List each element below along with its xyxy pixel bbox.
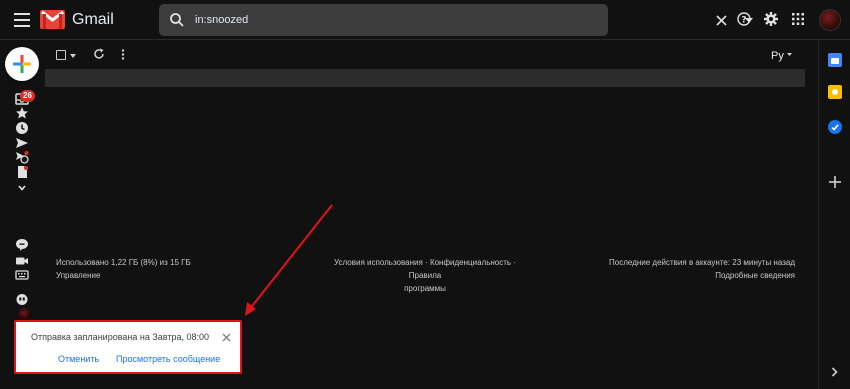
drafts-icon[interactable] <box>15 165 29 179</box>
gmail-logo[interactable] <box>40 10 65 29</box>
tasks-icon[interactable] <box>828 120 842 134</box>
terms-link[interactable]: Условия использования <box>334 258 423 267</box>
last-activity-text: Последние действия в аккаунте: 23 минуты… <box>609 258 795 267</box>
expand-panel-chevron-icon[interactable] <box>831 367 838 377</box>
close-toast-icon[interactable] <box>222 333 231 342</box>
footer-separator: · <box>425 258 428 267</box>
footer-activity: Последние действия в аккаунте: 23 минуты… <box>600 256 795 282</box>
tasks-check-icon <box>831 124 839 131</box>
toast-message: Отправка запланирована на Завтра, 08:00 <box>31 332 210 342</box>
scheduled-icon[interactable] <box>15 150 29 164</box>
program-policies-link-cont[interactable]: программы <box>404 284 446 293</box>
footer-storage: Использовано 1,22 ГБ (8%) из 15 ГБ Управ… <box>56 256 191 282</box>
svg-text:?: ? <box>741 16 746 26</box>
refresh-icon[interactable] <box>93 48 105 60</box>
calendar-icon[interactable] <box>828 53 842 67</box>
main-menu-icon[interactable] <box>14 13 30 27</box>
input-tools-language[interactable]: Ру <box>771 50 784 62</box>
view-message-button[interactable]: Просмотреть сообщение <box>116 354 220 364</box>
contact-avatar[interactable] <box>18 308 32 320</box>
starred-icon[interactable] <box>15 106 29 120</box>
add-addon-plus-icon[interactable] <box>829 176 841 188</box>
settings-icon[interactable] <box>764 12 778 26</box>
scheduled-send-toast: Отправка запланирована на Завтра, 08:00 … <box>14 320 242 374</box>
compose-plus-icon <box>13 55 31 73</box>
clear-search-icon[interactable] <box>716 15 727 26</box>
privacy-link[interactable]: Конфиденциальность <box>430 258 511 267</box>
list-header-band <box>45 69 805 87</box>
search-bar[interactable] <box>159 4 753 36</box>
keep-icon[interactable] <box>828 85 842 99</box>
activity-details-link[interactable]: Подробные сведения <box>715 271 795 280</box>
keyboard-icon[interactable] <box>15 268 29 282</box>
undo-button[interactable]: Отменить <box>58 354 99 364</box>
more-options-icon[interactable] <box>121 49 125 60</box>
help-icon[interactable]: ? <box>737 12 751 26</box>
program-policies-link[interactable]: Правила <box>409 271 441 280</box>
footer-legal: Условия использования · Конфиденциальнос… <box>318 256 532 295</box>
footer-separator: · <box>513 258 516 267</box>
inbox-unread-badge: 26 <box>20 90 35 102</box>
meet-video-icon[interactable] <box>15 254 29 268</box>
search-input[interactable] <box>195 10 525 30</box>
account-avatar[interactable] <box>819 9 841 31</box>
snoozed-icon[interactable] <box>15 121 29 135</box>
sent-icon[interactable] <box>15 136 29 150</box>
storage-usage-text: Использовано 1,22 ГБ (8%) из 15 ГБ <box>56 258 191 267</box>
manage-storage-link[interactable]: Управление <box>56 271 100 280</box>
language-options-chevron-icon[interactable] <box>787 53 792 56</box>
side-panel <box>818 40 850 389</box>
top-bar: Gmail ? <box>0 0 850 40</box>
apps-grid-icon[interactable] <box>792 13 804 25</box>
hangouts-icon[interactable] <box>15 293 29 307</box>
select-options-chevron-icon[interactable] <box>70 54 76 58</box>
more-labels-chevron-icon[interactable] <box>15 181 29 195</box>
chat-icon[interactable] <box>15 238 29 252</box>
app-name: Gmail <box>72 11 114 28</box>
select-all-checkbox[interactable] <box>56 50 66 60</box>
search-icon[interactable] <box>169 12 185 28</box>
compose-button[interactable] <box>5 47 39 81</box>
